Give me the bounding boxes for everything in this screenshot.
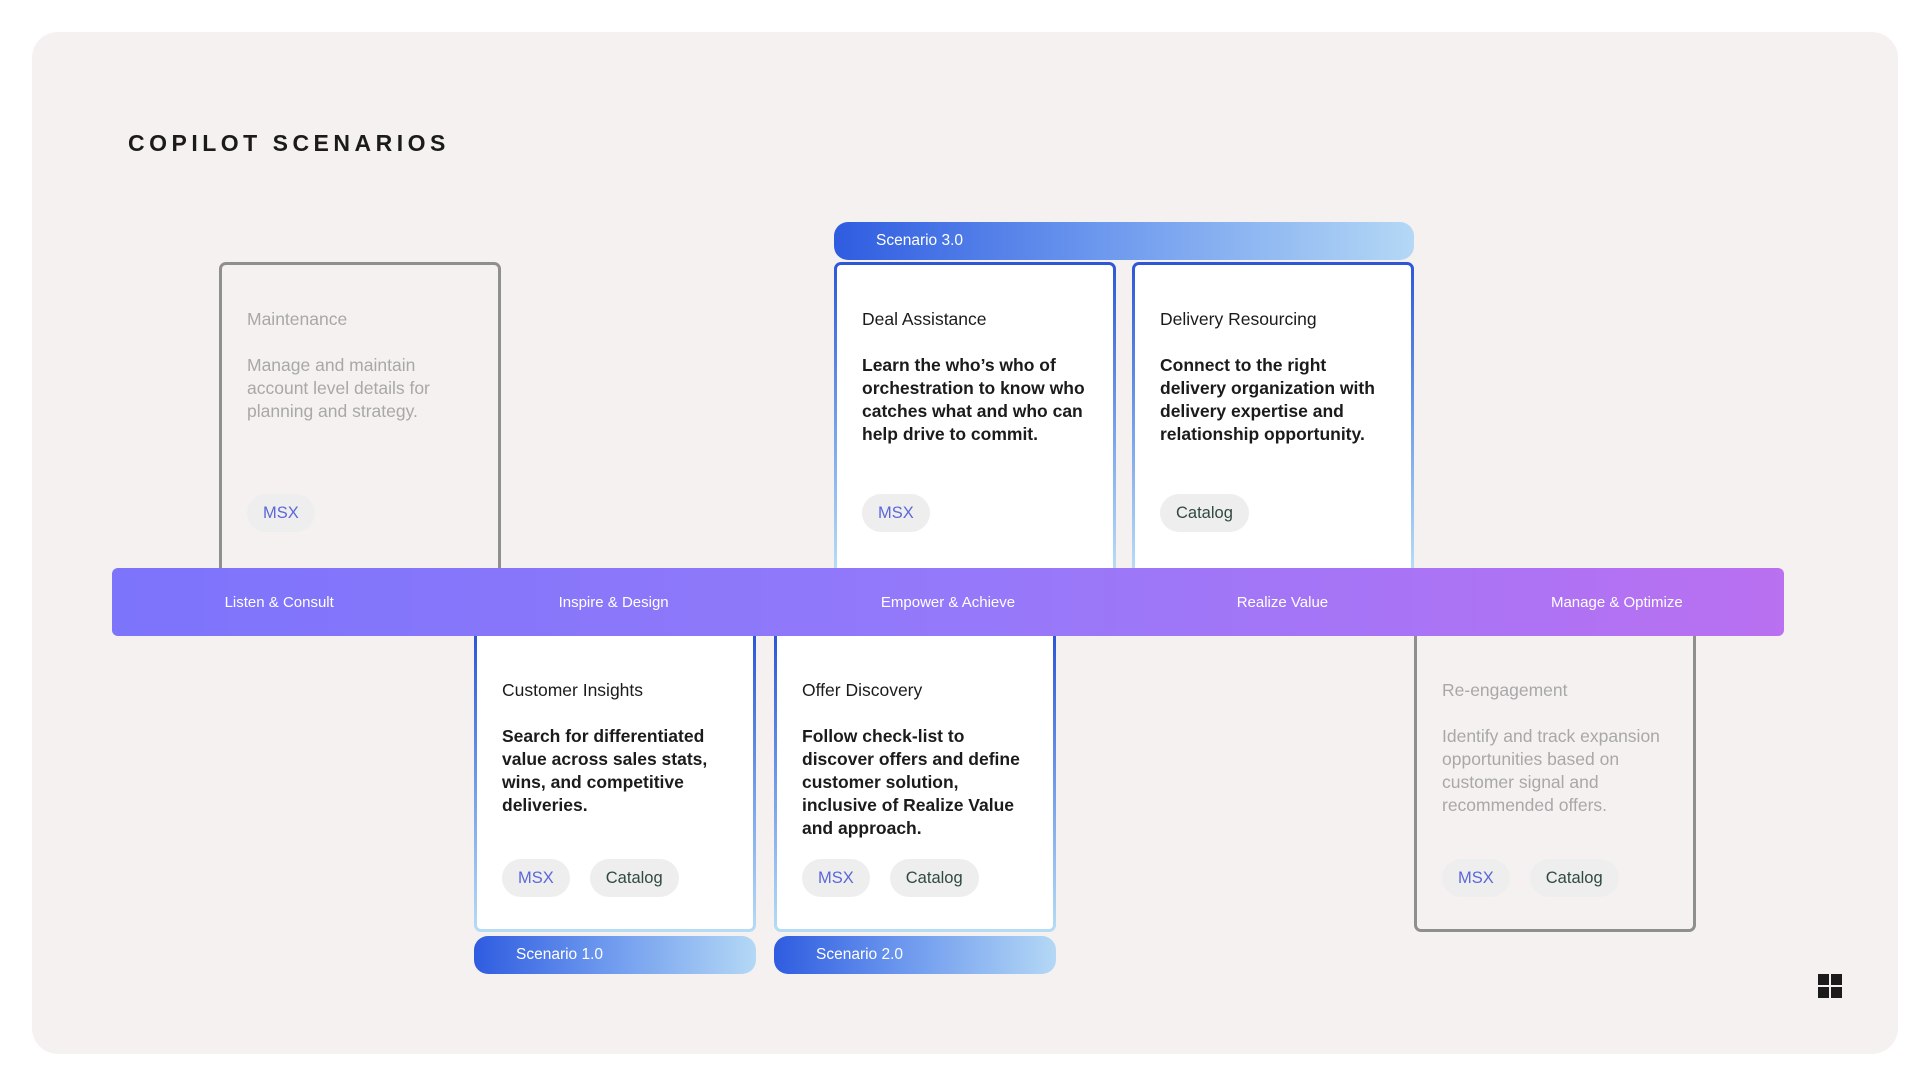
tag-list: MSX Catalog bbox=[802, 859, 979, 897]
tag-msx[interactable]: MSX bbox=[247, 494, 315, 532]
card-description: Learn the who’s who of orchestration to … bbox=[862, 355, 1085, 444]
page-title: COPILOT SCENARIOS bbox=[128, 130, 450, 156]
customer-journey-stage-bar: Listen & Consult Inspire & Design Empowe… bbox=[112, 568, 1784, 636]
tag-list: MSX Catalog bbox=[1442, 859, 1619, 897]
scenario-2-label: Scenario 2.0 bbox=[816, 946, 904, 963]
scenario-1-label: Scenario 1.0 bbox=[516, 946, 604, 963]
tag-catalog[interactable]: Catalog bbox=[889, 859, 979, 897]
card-title: Delivery Resourcing bbox=[1160, 309, 1317, 329]
card-description: Connect to the right delivery organizati… bbox=[1160, 355, 1375, 444]
card-customer-insights[interactable]: Customer Insights Search for differentia… bbox=[474, 636, 756, 932]
scenario-2-bar: Scenario 2.0 bbox=[774, 936, 1056, 974]
tag-catalog[interactable]: Catalog bbox=[1529, 859, 1619, 897]
card-title: Customer Insights bbox=[502, 680, 644, 700]
tag-list: MSX Catalog bbox=[502, 859, 679, 897]
tag-list: MSX bbox=[247, 494, 315, 532]
tag-msx[interactable]: MSX bbox=[862, 494, 930, 532]
tag-list: Catalog bbox=[1160, 494, 1249, 532]
scenario-3-label: Scenario 3.0 bbox=[876, 232, 964, 249]
card-title: Re-engagement bbox=[1442, 680, 1568, 700]
card-title: Deal Assistance bbox=[862, 309, 987, 329]
scenario-3-bar: Scenario 3.0 bbox=[834, 222, 1414, 260]
tag-list: MSX bbox=[862, 494, 930, 532]
scenario-1-bar: Scenario 1.0 bbox=[474, 936, 756, 974]
stage-inspire-design: Inspire & Design bbox=[558, 593, 669, 611]
card-description: Manage and maintain account level detail… bbox=[247, 355, 430, 421]
tag-msx[interactable]: MSX bbox=[802, 859, 870, 897]
card-description: Follow check-list to discover offers and… bbox=[802, 726, 1020, 838]
card-title: Maintenance bbox=[247, 309, 348, 329]
tag-msx[interactable]: MSX bbox=[1442, 859, 1510, 897]
tag-catalog[interactable]: Catalog bbox=[589, 859, 679, 897]
stage-manage-optimize: Manage & Optimize bbox=[1550, 593, 1683, 611]
card-deal-assistance[interactable]: Deal Assistance Learn the who’s who of o… bbox=[834, 262, 1116, 568]
microsoft-logo-icon bbox=[1818, 974, 1842, 998]
stage-listen-consult: Listen & Consult bbox=[224, 593, 334, 611]
card-offer-discovery[interactable]: Offer Discovery Follow check-list to dis… bbox=[774, 636, 1056, 932]
card-reengagement[interactable]: Re-engagement Identify and track expansi… bbox=[1414, 636, 1696, 932]
stage-empower-achieve: Empower & Achieve bbox=[880, 593, 1016, 611]
card-maintenance[interactable]: Maintenance Manage and maintain account … bbox=[219, 262, 501, 568]
card-title: Offer Discovery bbox=[802, 680, 923, 700]
tag-msx[interactable]: MSX bbox=[502, 859, 570, 897]
stage-realize-value: Realize Value bbox=[1236, 593, 1329, 611]
card-description: Identify and track expansion opportuniti… bbox=[1442, 726, 1660, 815]
card-delivery-resourcing[interactable]: Delivery Resourcing Connect to the right… bbox=[1132, 262, 1414, 568]
card-description: Search for differentiated value across s… bbox=[502, 726, 708, 815]
tag-catalog[interactable]: Catalog bbox=[1160, 494, 1249, 532]
